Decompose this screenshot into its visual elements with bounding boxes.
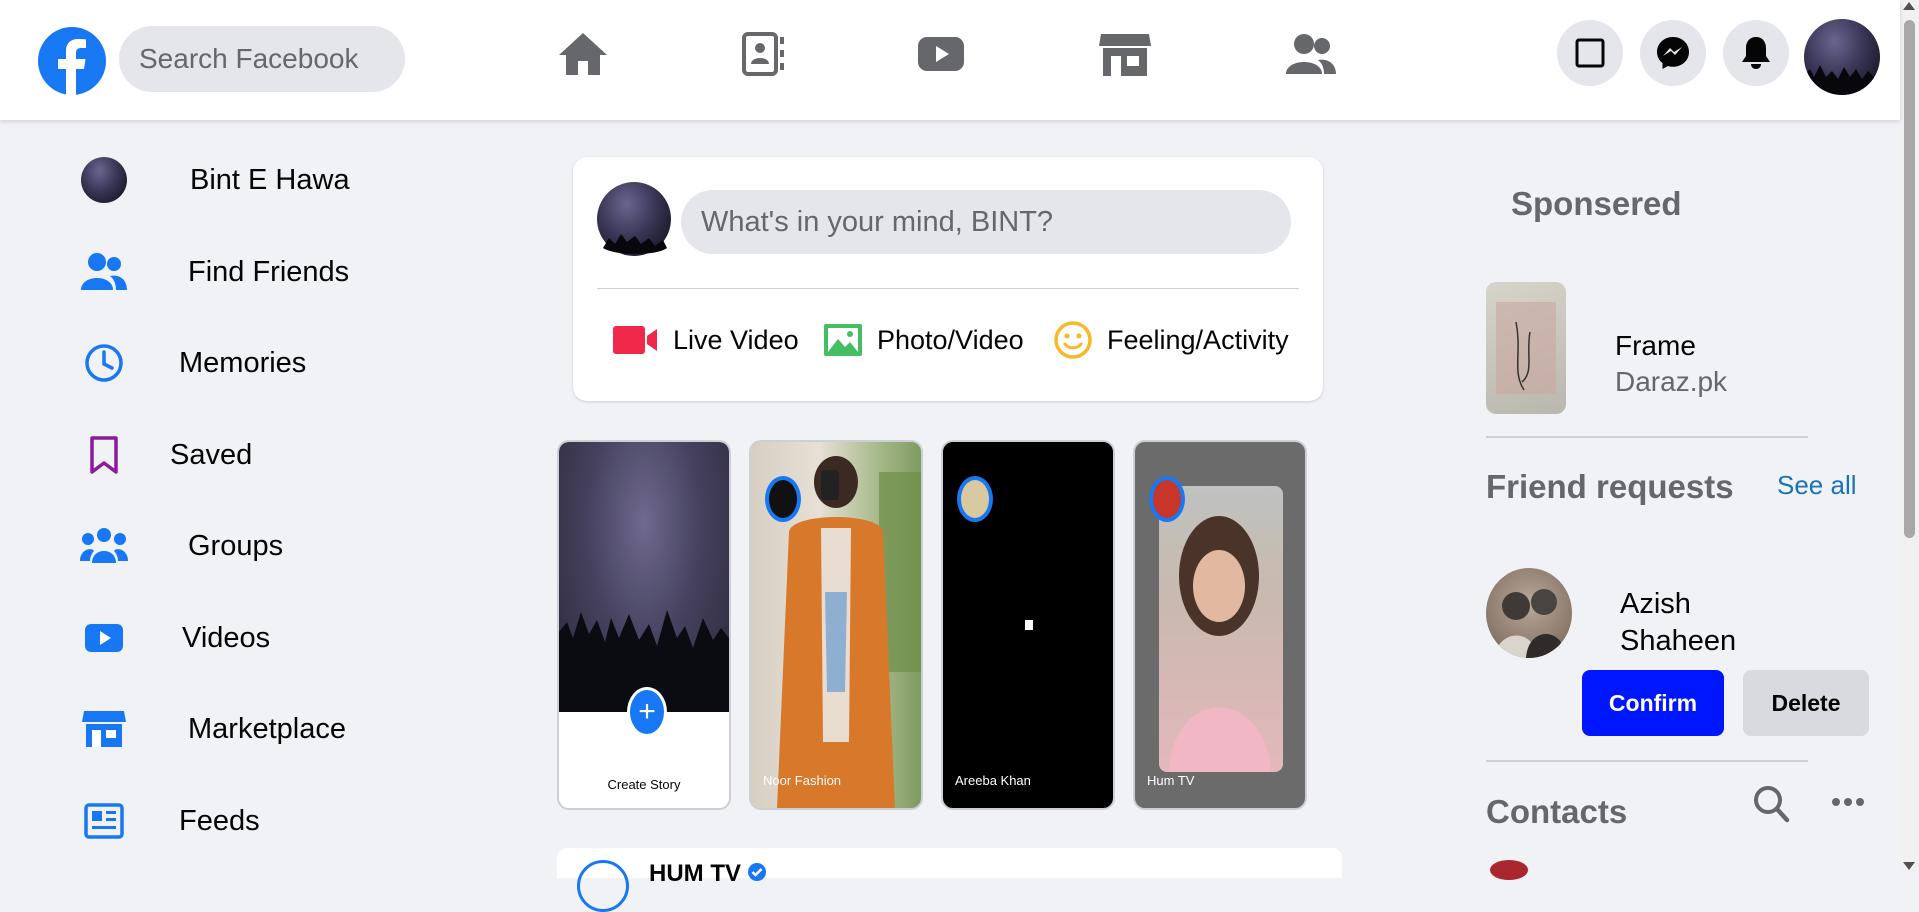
bell-icon [1742, 37, 1770, 69]
see-all-link[interactable]: See all [1777, 470, 1857, 501]
story-card-areeba-khan[interactable]: Areeba Khan [941, 440, 1115, 810]
facebook-f-icon [58, 39, 86, 95]
sidebar-item-memories[interactable]: Memories [80, 328, 306, 398]
sidebar-item-videos[interactable]: Videos [80, 603, 270, 673]
scroll-down-arrow[interactable] [1903, 862, 1915, 870]
contacts-heading: Contacts [1486, 793, 1628, 830]
sidebar-item-label: Find Friends [188, 255, 350, 288]
ad-site[interactable]: Daraz.pk [1615, 366, 1727, 398]
live-video-button[interactable]: Live Video [613, 307, 799, 373]
add-story-plus-icon[interactable]: + [627, 687, 667, 737]
verified-badge-icon [748, 863, 766, 881]
profile-avatar[interactable] [1804, 19, 1880, 95]
messenger-button[interactable] [1640, 20, 1706, 86]
photo-icon [824, 324, 862, 356]
friend-request-name-line1[interactable]: Azish [1620, 588, 1691, 621]
friend-requests-heading: Friend requests [1486, 468, 1734, 505]
story-author-name: Noor Fashion [763, 773, 842, 788]
post-author-avatar[interactable] [577, 860, 629, 912]
story-card-hum-tv[interactable]: Hum TV [1133, 440, 1307, 810]
feeling-activity-button[interactable]: Feeling/Activity [1053, 307, 1289, 373]
section-divider [1486, 760, 1808, 762]
story-center-mark [1025, 620, 1033, 630]
post-author-name[interactable]: HUM TV [649, 860, 741, 888]
scroll-up-arrow[interactable] [1903, 2, 1915, 10]
story-create-image [559, 442, 729, 712]
menu-button[interactable] [1557, 20, 1623, 86]
friends-icon [80, 248, 128, 296]
story-hum-tv-image [1159, 486, 1283, 772]
home-icon[interactable] [553, 26, 613, 82]
story-card-create[interactable]: + Create Story [557, 440, 731, 810]
confirm-button[interactable]: Confirm [1582, 670, 1724, 736]
composer-divider [597, 288, 1299, 289]
composer-avatar [597, 182, 671, 256]
story-author-name: Hum TV [1147, 773, 1195, 788]
top-navigation-bar [0, 0, 1900, 120]
friend-request-name-line2[interactable]: Shaheen [1620, 625, 1736, 658]
photo-video-button[interactable]: Photo/Video [823, 307, 1024, 373]
sidebar-item-profile[interactable]: Bint E Hawa [80, 145, 350, 215]
marketplace-icon [80, 705, 128, 753]
sidebar-item-label: Videos [182, 621, 271, 654]
sidebar-item-groups[interactable]: Groups [80, 511, 283, 581]
ad-title[interactable]: Frame [1615, 330, 1696, 362]
story-avatar-hum-tv [1149, 476, 1185, 522]
sidebar-item-label: Marketplace [188, 712, 346, 745]
feeling-activity-label: Feeling/Activity [1107, 324, 1289, 355]
avatar-trees-image [1804, 65, 1880, 95]
sidebar-item-feeds[interactable]: Feeds [80, 786, 260, 856]
marketplace-icon[interactable] [1095, 26, 1155, 82]
story-avatar-areeba-khan [957, 476, 993, 522]
notifications-button[interactable] [1723, 20, 1789, 86]
sidebar-item-marketplace[interactable]: Marketplace [80, 694, 346, 764]
avatar [81, 157, 127, 203]
contact-card-icon[interactable] [733, 26, 793, 82]
section-divider [1486, 436, 1808, 438]
smiley-icon [1054, 321, 1092, 359]
messenger-icon [1657, 37, 1689, 69]
sidebar-item-label: Groups [188, 529, 284, 562]
live-video-icon [613, 326, 657, 354]
video-icon [80, 614, 128, 662]
sidebar-item-label: Saved [170, 438, 253, 471]
friend-request-avatar[interactable] [1486, 568, 1572, 658]
sidebar-item-label: Bint E Hawa [190, 163, 350, 196]
contact-avatar[interactable] [1490, 860, 1528, 880]
search-input[interactable] [119, 26, 405, 92]
scrollbar-thumb[interactable] [1904, 20, 1915, 538]
search-icon[interactable] [1752, 784, 1790, 824]
story-card-noor-fashion[interactable]: Noor Fashion [749, 440, 923, 810]
sidebar-item-label: Memories [179, 346, 307, 379]
clock-icon [80, 339, 128, 387]
post-composer: Live Video Photo/Video Feeling/Activity [573, 157, 1323, 401]
story-avatar-noor-fashion [765, 476, 801, 522]
bookmark-icon [80, 431, 128, 479]
story-author-name: Areeba Khan [955, 773, 1031, 788]
photo-video-label: Photo/Video [877, 324, 1024, 355]
square-icon [1575, 38, 1605, 68]
ad-thumbnail[interactable] [1486, 282, 1566, 414]
live-video-label: Live Video [673, 324, 799, 355]
sponsored-heading: Sponsered [1511, 185, 1682, 222]
facebook-logo[interactable] [38, 27, 106, 95]
sidebar-item-find-friends[interactable]: Find Friends [80, 237, 349, 307]
composer-input[interactable] [681, 190, 1291, 254]
more-options-icon[interactable] [1831, 796, 1865, 808]
video-icon[interactable] [911, 26, 971, 82]
sidebar-item-saved[interactable]: Saved [80, 420, 252, 490]
feeds-icon [80, 797, 128, 845]
groups-icon [80, 522, 128, 570]
create-story-label: Create Story [607, 777, 681, 792]
sidebar-item-label: Feeds [179, 804, 260, 837]
delete-button[interactable]: Delete [1743, 670, 1869, 736]
groups-icon[interactable] [1280, 26, 1340, 82]
avatar-wrap [80, 156, 128, 204]
